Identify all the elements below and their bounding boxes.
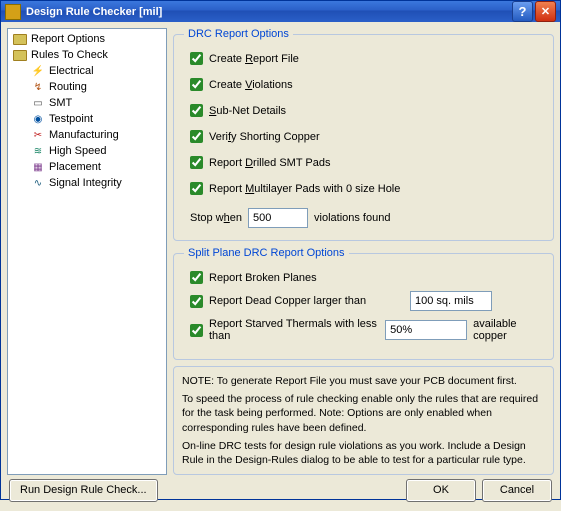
titlebar: Design Rule Checker [mil] ? ✕ — [1, 1, 560, 22]
window: Design Rule Checker [mil] ? ✕ Report Opt… — [0, 0, 561, 500]
report-dead-copper-checkbox[interactable] — [190, 295, 203, 308]
option-label: Sub-Net Details — [209, 105, 286, 117]
option-label: Verify Shorting Copper — [209, 131, 320, 143]
stop-suffix: violations found — [314, 212, 390, 224]
testpoint-icon: ◉ — [30, 112, 46, 126]
tree-item-report-options[interactable]: Report Options — [10, 31, 164, 47]
report-drilled-smt-checkbox[interactable] — [190, 156, 203, 169]
tree-label: Testpoint — [49, 113, 93, 125]
tree-item-smt[interactable]: ▭ SMT — [10, 95, 164, 111]
option-row: Report Starved Thermals with less than a… — [190, 318, 543, 342]
electrical-icon: ⚡ — [30, 64, 46, 78]
option-label: Create Report File — [209, 53, 299, 65]
tree-item-high-speed[interactable]: ≋ High Speed — [10, 143, 164, 159]
note-text: On-line DRC tests for design rule violat… — [182, 439, 545, 467]
verify-shorting-copper-checkbox[interactable] — [190, 130, 203, 143]
signal-integrity-icon: ∿ — [30, 176, 46, 190]
note-text: To speed the process of rule checking en… — [182, 392, 545, 435]
footer: Run Design Rule Check... OK Cancel — [7, 475, 554, 505]
tree-label: Manufacturing — [49, 129, 119, 141]
tree-item-testpoint[interactable]: ◉ Testpoint — [10, 111, 164, 127]
stop-when-input[interactable] — [248, 208, 308, 228]
note-box: NOTE: To generate Report File you must s… — [173, 366, 554, 475]
group-legend: DRC Report Options — [184, 28, 293, 40]
cancel-button[interactable]: Cancel — [482, 479, 552, 502]
client-area: Report Options Rules To Check ⚡ Electric… — [1, 22, 560, 511]
tree-label: Signal Integrity — [49, 177, 122, 189]
drc-report-options-group: DRC Report Options Create Report File Cr… — [173, 28, 554, 241]
upper-area: Report Options Rules To Check ⚡ Electric… — [7, 28, 554, 475]
routing-icon: ↯ — [30, 80, 46, 94]
report-starved-thermals-checkbox[interactable] — [190, 324, 203, 337]
stop-label: Stop when — [190, 212, 242, 224]
close-button[interactable]: ✕ — [535, 1, 556, 22]
tree-item-electrical[interactable]: ⚡ Electrical — [10, 63, 164, 79]
tree-item-manufacturing[interactable]: ✂ Manufacturing — [10, 127, 164, 143]
high-speed-icon: ≋ — [30, 144, 46, 158]
manufacturing-icon: ✂ — [30, 128, 46, 142]
subnet-details-checkbox[interactable] — [190, 104, 203, 117]
split-plane-options-group: Split Plane DRC Report Options Report Br… — [173, 247, 554, 360]
stop-when-row: Stop when violations found — [190, 208, 543, 228]
option-row: Report Broken Planes — [190, 271, 543, 284]
group-legend: Split Plane DRC Report Options — [184, 247, 349, 259]
help-button[interactable]: ? — [512, 1, 533, 22]
ok-button[interactable]: OK — [406, 479, 476, 502]
folder-icon — [12, 32, 28, 46]
placement-icon: ▦ — [30, 160, 46, 174]
run-drc-button[interactable]: Run Design Rule Check... — [9, 479, 158, 502]
option-suffix: available copper — [473, 318, 543, 342]
option-label: Report Broken Planes — [209, 272, 317, 284]
option-label: Report Drilled SMT Pads — [209, 157, 330, 169]
tree-label: SMT — [49, 97, 72, 109]
report-multilayer-pads-checkbox[interactable] — [190, 182, 203, 195]
tree-label: High Speed — [49, 145, 107, 157]
tree-label: Electrical — [49, 65, 94, 77]
note-text: NOTE: To generate Report File you must s… — [182, 374, 545, 388]
tree-label: Rules To Check — [31, 49, 108, 61]
tree-label: Routing — [49, 81, 87, 93]
window-title: Design Rule Checker [mil] — [26, 6, 510, 18]
option-label: Report Starved Thermals with less than — [209, 318, 379, 342]
option-row: Create Report File — [190, 52, 543, 65]
option-row: Report Drilled SMT Pads — [190, 156, 543, 169]
report-broken-planes-checkbox[interactable] — [190, 271, 203, 284]
folder-icon — [12, 48, 28, 62]
tree-item-routing[interactable]: ↯ Routing — [10, 79, 164, 95]
option-label: Report Multilayer Pads with 0 size Hole — [209, 183, 400, 195]
option-row: Create Violations — [190, 78, 543, 91]
option-label: Create Violations — [209, 79, 293, 91]
tree-label: Report Options — [31, 33, 105, 45]
tree-item-rules-to-check[interactable]: Rules To Check — [10, 47, 164, 63]
option-label: Report Dead Copper larger than — [209, 295, 404, 307]
option-row: Verify Shorting Copper — [190, 130, 543, 143]
rules-tree[interactable]: Report Options Rules To Check ⚡ Electric… — [7, 28, 167, 475]
dead-copper-input[interactable] — [410, 291, 492, 311]
tree-label: Placement — [49, 161, 101, 173]
create-report-file-checkbox[interactable] — [190, 52, 203, 65]
starved-thermals-input[interactable] — [385, 320, 467, 340]
tree-item-placement[interactable]: ▦ Placement — [10, 159, 164, 175]
app-icon — [5, 4, 21, 20]
tree-item-signal-integrity[interactable]: ∿ Signal Integrity — [10, 175, 164, 191]
create-violations-checkbox[interactable] — [190, 78, 203, 91]
options-panel: DRC Report Options Create Report File Cr… — [173, 28, 554, 475]
option-row: Report Multilayer Pads with 0 size Hole — [190, 182, 543, 195]
option-row: Sub-Net Details — [190, 104, 543, 117]
smt-icon: ▭ — [30, 96, 46, 110]
option-row: Report Dead Copper larger than — [190, 291, 543, 311]
